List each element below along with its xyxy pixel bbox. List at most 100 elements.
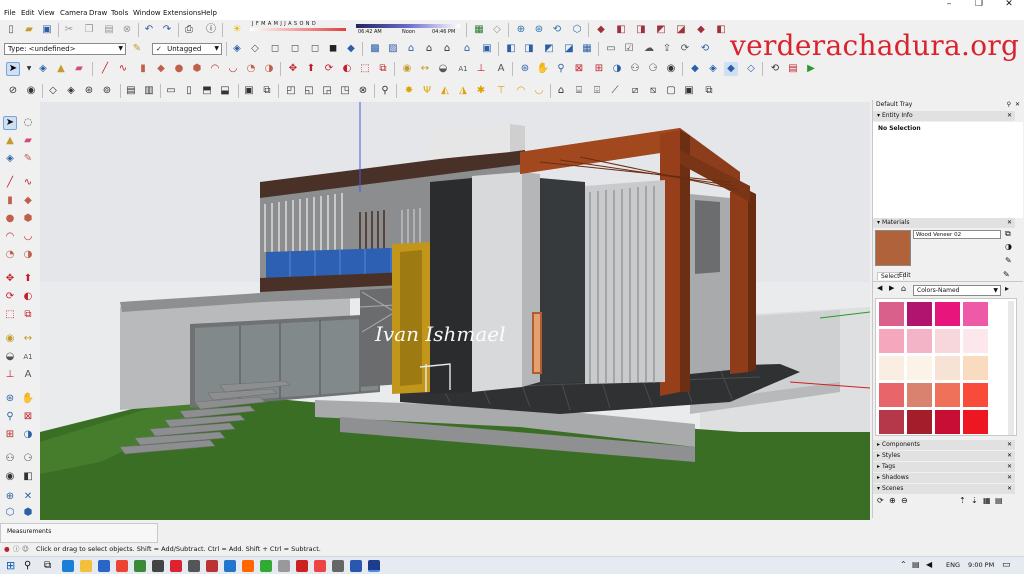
refresh-icon[interactable]: ⟲ xyxy=(698,42,712,56)
rotate-icon[interactable]: ⟳ xyxy=(3,290,17,304)
orbit-icon[interactable]: ⊛ xyxy=(3,392,17,406)
close-panel-icon[interactable]: ✕ xyxy=(1007,111,1012,121)
eraser-icon[interactable]: ▰ xyxy=(21,134,35,148)
section-fill-icon[interactable]: ◩ xyxy=(542,42,556,56)
sandbox-icon[interactable]: ◆ xyxy=(688,62,702,76)
copy-icon[interactable]: ❐ xyxy=(82,23,96,37)
wireframe-icon[interactable]: ⌂ xyxy=(404,42,418,56)
language-indicator[interactable]: ENG xyxy=(946,561,960,569)
cut-icon[interactable]: ✂ xyxy=(62,23,76,37)
warehouse-icon[interactable]: ⊕ xyxy=(514,23,528,37)
tape-measure-icon[interactable]: ◉ xyxy=(400,62,414,76)
app-7-icon[interactable] xyxy=(224,560,236,572)
section-plane-icon[interactable]: ◧ xyxy=(21,470,35,484)
move-icon[interactable]: ✥ xyxy=(286,62,300,76)
ext-tool-3-icon[interactable]: ◨ xyxy=(634,23,648,37)
ext-v-icon[interactable]: Ψ xyxy=(420,84,434,98)
view-options-icon[interactable]: ▦ xyxy=(983,496,991,505)
color-swatch[interactable] xyxy=(963,410,988,434)
ext-ac-icon[interactable]: ⌂ xyxy=(554,84,568,98)
close-panel-icon[interactable]: ✕ xyxy=(1007,440,1012,450)
eraser-icon[interactable]: ▰ xyxy=(72,62,86,76)
close-panel-icon[interactable]: ✕ xyxy=(1007,462,1012,472)
line-tool-icon[interactable]: ╱ xyxy=(3,176,17,190)
sandbox-4-icon[interactable]: ◇ xyxy=(744,62,758,76)
windows-start-icon[interactable]: ⊞ xyxy=(6,560,18,572)
position-camera-icon[interactable]: ⚇ xyxy=(628,62,642,76)
notification-icon[interactable]: ▭ xyxy=(1002,560,1011,570)
rotate-icon[interactable]: ⟳ xyxy=(322,62,336,76)
close-button[interactable]: ✕ xyxy=(994,0,1024,10)
orbit-icon[interactable]: ⊛ xyxy=(518,62,532,76)
menu-tools[interactable]: Tools xyxy=(111,9,128,17)
ext-ad-icon[interactable]: ⌸ xyxy=(572,84,586,98)
color-swatch[interactable] xyxy=(907,302,932,326)
color-swatch[interactable] xyxy=(935,302,960,326)
protractor-icon[interactable]: ◒ xyxy=(3,350,17,364)
app-11-icon[interactable] xyxy=(296,560,308,572)
cloud-icon[interactable]: ☁ xyxy=(642,42,656,56)
menu-camera[interactable]: Camera xyxy=(60,9,87,17)
ext-k-icon[interactable]: ⬒ xyxy=(200,84,214,98)
add-scene-icon[interactable]: ⊕ xyxy=(889,496,896,505)
3pt-arc-icon[interactable]: ◑ xyxy=(21,248,35,262)
shadow-time-slider[interactable]: 06:42 AM Noon 04:46 PM xyxy=(356,22,460,38)
save-icon[interactable]: ▣ xyxy=(40,23,54,37)
tab-edit[interactable]: Edit xyxy=(899,272,911,279)
home-icon[interactable]: ⌂ xyxy=(901,284,906,293)
circle-icon[interactable]: ● xyxy=(3,212,17,226)
rotate-ext-icon[interactable]: ⟲ xyxy=(768,62,782,76)
3pt-arc-icon[interactable]: ◑ xyxy=(262,62,276,76)
ext-p-icon[interactable]: ◱ xyxy=(302,84,316,98)
textured-icon[interactable]: ⌂ xyxy=(460,42,474,56)
swatch-scrollbar[interactable] xyxy=(1008,301,1014,435)
app-12-icon[interactable] xyxy=(314,560,326,572)
scale-icon[interactable]: ⬚ xyxy=(3,308,17,322)
3d-text-icon[interactable]: A xyxy=(494,62,508,76)
ext-tool-5-icon[interactable]: ◪ xyxy=(674,23,688,37)
line-tool-icon[interactable]: ╱ xyxy=(98,62,112,76)
ext-e-icon[interactable]: ⊛ xyxy=(82,84,96,98)
play-icon[interactable]: ▶ xyxy=(804,62,818,76)
app-13-icon[interactable] xyxy=(332,560,344,572)
app-4-icon[interactable] xyxy=(170,560,182,572)
search-icon[interactable]: ⚲ xyxy=(24,560,36,572)
ext-aa-icon[interactable]: ◠ xyxy=(514,84,528,98)
rotated-rect-icon[interactable]: ◆ xyxy=(21,194,35,208)
update-scene-icon[interactable]: ⟳ xyxy=(877,496,884,505)
color-swatch[interactable] xyxy=(907,356,932,380)
new-icon[interactable]: ▯ xyxy=(4,23,18,37)
make-component-icon[interactable]: ◈ xyxy=(36,62,50,76)
back-arrow-icon[interactable]: ◀ xyxy=(877,284,882,292)
previous-view-icon[interactable]: ◑ xyxy=(610,62,624,76)
app-8-icon[interactable] xyxy=(242,560,254,572)
share-model-icon[interactable]: ✕ xyxy=(21,490,35,504)
solid-tools-icon[interactable]: ☑ xyxy=(622,42,636,56)
ext-u-icon[interactable]: ✸ xyxy=(402,84,416,98)
section-plane-icon[interactable]: ◧ xyxy=(504,42,518,56)
section-cut-icon[interactable]: ◨ xyxy=(522,42,536,56)
credits-icon[interactable]: ⓘ xyxy=(13,543,20,556)
menu-file[interactable]: File xyxy=(4,9,16,17)
ext-d-icon[interactable]: ◈ xyxy=(64,84,78,98)
report-icon[interactable]: ▤ xyxy=(786,62,800,76)
store-icon[interactable] xyxy=(98,560,110,572)
sample-paint-icon[interactable]: ✎ xyxy=(1005,256,1012,265)
close-panel-icon[interactable]: ✕ xyxy=(1007,451,1012,461)
untagged-combo[interactable]: ✓ Untagged ▼ xyxy=(152,43,222,55)
edge-icon[interactable] xyxy=(62,560,74,572)
move-up-icon[interactable]: ⇡ xyxy=(959,496,966,505)
ext-aj-icon[interactable]: ▣ xyxy=(682,84,696,98)
library-dropdown[interactable]: Colors-Named ▼ xyxy=(913,285,1001,296)
geo-icon[interactable]: ● xyxy=(4,543,10,556)
color-swatch[interactable] xyxy=(935,356,960,380)
move-icon[interactable]: ✥ xyxy=(3,272,17,286)
back-edges-icon[interactable]: ▨ xyxy=(386,42,400,56)
polygon-icon[interactable]: ⬢ xyxy=(21,212,35,226)
volume-icon[interactable]: ◀ xyxy=(926,560,932,569)
ext-ae-icon[interactable]: ⌹ xyxy=(590,84,604,98)
zoom-icon[interactable]: ⚲ xyxy=(554,62,568,76)
menu-draw[interactable]: Draw xyxy=(89,9,107,17)
color-swatch[interactable] xyxy=(935,383,960,407)
ext-s-icon[interactable]: ⊗ xyxy=(356,84,370,98)
